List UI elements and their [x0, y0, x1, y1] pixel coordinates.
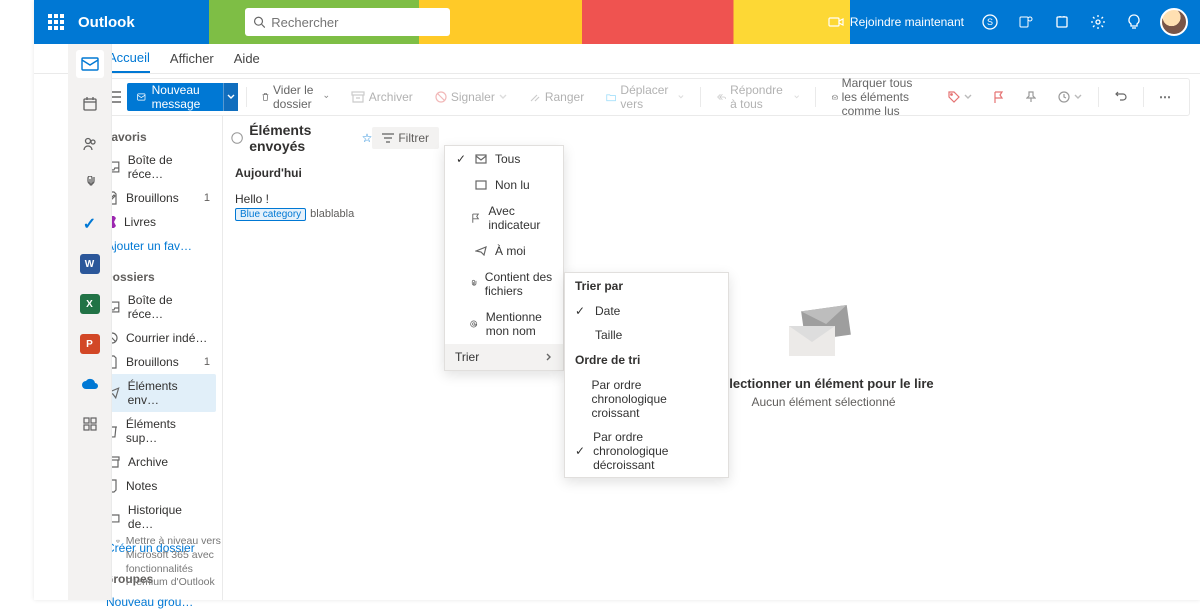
filter-has-files[interactable]: Contient des fichiers: [445, 264, 563, 304]
sort-menu: Trier par ✓Date Taille Ordre de tri Par …: [564, 272, 729, 478]
mail-icon: [475, 180, 487, 190]
rail-word[interactable]: W: [76, 250, 104, 278]
attachment-icon: [471, 278, 477, 290]
app-launcher-button[interactable]: [34, 14, 78, 30]
app-rail: ✓ W X P: [68, 44, 112, 600]
rail-people[interactable]: [76, 130, 104, 158]
mail-open-icon: [832, 91, 838, 103]
folder-move-icon: [606, 91, 616, 103]
video-icon: [828, 16, 844, 28]
filter-mentions[interactable]: Mentionne mon nom: [445, 304, 563, 344]
overflow-button[interactable]: ⋯: [1151, 90, 1181, 104]
title-bar: Outlook Rejoindre maintenant S: [34, 0, 1200, 44]
filter-button[interactable]: Filtrer: [372, 127, 439, 149]
mail-subject: Hello !: [235, 192, 435, 206]
mail-icon: [475, 154, 487, 164]
join-now-label: Rejoindre maintenant: [850, 15, 964, 29]
reader-subtitle: Aucun élément sélectionné: [751, 395, 895, 409]
day-header: Aujourd'hui: [223, 160, 447, 186]
filter-unread[interactable]: Non lu: [445, 172, 563, 198]
archive-icon: [351, 91, 365, 103]
new-message-label: Nouveau message: [152, 83, 214, 111]
svg-text:S: S: [987, 17, 993, 27]
sort-date[interactable]: ✓Date: [565, 299, 728, 323]
filter-to-me[interactable]: À moi: [445, 238, 563, 264]
rail-todo[interactable]: ✓: [76, 210, 104, 238]
undo-icon: [1115, 91, 1127, 103]
join-now-button[interactable]: Rejoindre maintenant: [828, 15, 964, 29]
search-icon: [253, 15, 266, 29]
flag-icon: [472, 212, 480, 224]
teams-icon[interactable]: [1016, 12, 1036, 32]
search-input[interactable]: [271, 15, 441, 30]
reply-all-button[interactable]: Répondre à tous: [709, 83, 808, 111]
mail-preview: blablabla: [310, 208, 354, 220]
diamond-icon: [116, 535, 120, 547]
sort-order-header: Ordre de tri: [565, 347, 728, 373]
rail-excel[interactable]: X: [76, 290, 104, 318]
mail-category-tag: Blue category: [235, 208, 306, 221]
skype-icon[interactable]: S: [980, 12, 1000, 32]
list-title: Éléments envoyés: [249, 122, 355, 154]
move-to-button[interactable]: Déplacer vers: [598, 83, 692, 111]
send-icon: [475, 246, 487, 256]
rail-onedrive[interactable]: [76, 370, 104, 398]
chevron-right-icon: [545, 353, 553, 361]
snooze-button[interactable]: [1050, 91, 1090, 103]
notification-icon[interactable]: [1052, 12, 1072, 32]
report-button[interactable]: Signaler: [427, 90, 515, 104]
new-message-dropdown[interactable]: [223, 83, 237, 111]
star-icon[interactable]: ☆: [362, 131, 373, 145]
empty-folder-button[interactable]: Vider le dossier: [254, 83, 337, 111]
rail-more[interactable]: [76, 410, 104, 438]
flag-button[interactable]: [986, 91, 1012, 103]
sort-desc[interactable]: ✓Par ordre chronologique décroissant: [565, 425, 728, 477]
mention-icon: [470, 318, 477, 330]
message-list: Éléments envoyés ☆ Filtrer Aujourd'hui H…: [222, 116, 447, 600]
flag-icon: [994, 91, 1004, 103]
mail-icon: [137, 91, 146, 103]
upgrade-notice[interactable]: Mettre à niveau vers Microsoft 365 avec …: [116, 535, 236, 590]
select-all-icon[interactable]: [231, 131, 243, 145]
tab-help[interactable]: Aide: [234, 45, 260, 72]
filter-all[interactable]: ✓Tous: [445, 146, 563, 172]
archive-button[interactable]: Archiver: [343, 90, 421, 104]
tag-button[interactable]: [940, 91, 980, 103]
filter-menu: ✓Tous Non lu Avec indicateur À moi Conti…: [444, 145, 564, 371]
new-message-button[interactable]: Nouveau message: [127, 83, 238, 111]
undo-button[interactable]: [1107, 91, 1135, 103]
empty-envelope-icon: [789, 308, 859, 358]
settings-icon[interactable]: [1088, 12, 1108, 32]
command-toolbar: Nouveau message Vider le dossier Archive…: [98, 78, 1190, 116]
tips-icon[interactable]: [1124, 12, 1144, 32]
broom-icon: [529, 91, 541, 103]
rail-mail[interactable]: [76, 50, 104, 78]
block-icon: [435, 91, 447, 103]
pin-button[interactable]: [1018, 91, 1044, 103]
reader-title: Sélectionner un élément pour le lire: [713, 376, 933, 391]
brand-label: Outlook: [78, 14, 135, 31]
mark-all-read-button[interactable]: Marquer tous les éléments comme lus: [824, 76, 934, 118]
user-avatar[interactable]: [1160, 8, 1188, 36]
mail-item[interactable]: Hello ! Blue category blablabla: [223, 186, 447, 227]
filter-sort[interactable]: Trier: [445, 344, 563, 370]
reply-all-icon: [717, 91, 726, 103]
filter-icon: [382, 133, 394, 143]
pin-icon: [1026, 91, 1036, 103]
tidy-button[interactable]: Ranger: [521, 90, 592, 104]
filter-flagged[interactable]: Avec indicateur: [445, 198, 563, 238]
rail-powerpoint[interactable]: P: [76, 330, 104, 358]
sort-asc[interactable]: Par ordre chronologique croissant: [565, 373, 728, 425]
sort-by-header: Trier par: [565, 273, 728, 299]
clock-icon: [1058, 91, 1070, 103]
sort-size[interactable]: Taille: [565, 323, 728, 347]
tag-icon: [948, 91, 960, 103]
rail-calendar[interactable]: [76, 90, 104, 118]
rail-files[interactable]: [76, 170, 104, 198]
search-box[interactable]: [245, 8, 450, 36]
trash-icon: [262, 90, 269, 104]
